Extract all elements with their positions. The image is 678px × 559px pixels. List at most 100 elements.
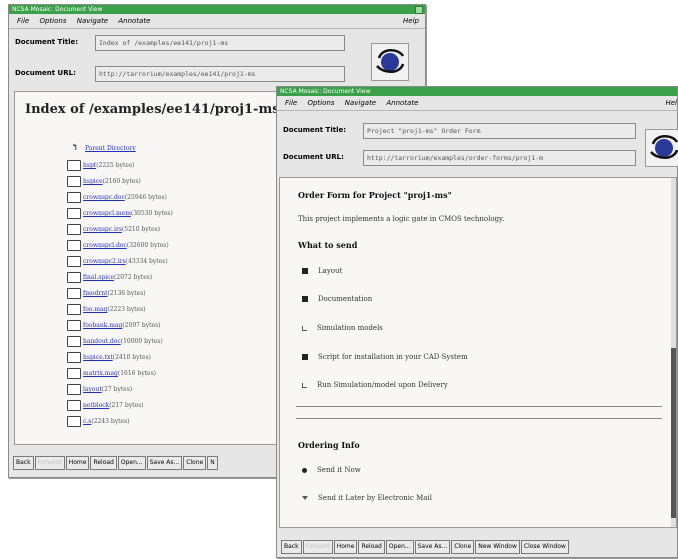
back-button[interactable]: Back [281,540,302,554]
checkbox-item-simulation[interactable]: Simulation models [302,324,383,332]
checkbox-label: Layout [318,267,343,275]
checkbox-item-script[interactable]: Script for installation in your CAD Syst… [302,353,468,361]
file-link[interactable]: crownspc2.irs [83,258,126,265]
radio-label: Send it Now [317,466,361,474]
menu-annotate[interactable]: Annotate [386,99,418,107]
mosaic-globe-icon[interactable] [645,129,678,167]
mosaic-globe-icon[interactable] [371,43,409,81]
file-link[interactable]: crownspcl.mem [83,210,131,217]
menu-file[interactable]: File [17,17,29,25]
document-view: Order Form for Project "proj1-ms" This p… [279,177,677,528]
file-link[interactable]: crownspcl.doc [83,242,127,249]
radio-icon[interactable] [302,496,308,500]
file-link[interactable]: matrix.mag [83,370,118,377]
back-button[interactable]: Back [13,456,34,470]
menu-options[interactable]: Options [39,17,66,25]
file-link[interactable]: foobank.mag [83,322,122,329]
file-link[interactable]: hspice [83,178,103,185]
menu-file[interactable]: File [285,99,297,107]
close-window-button[interactable]: Close Window [520,540,569,554]
file-list-item: fmodrnt(2136 bytes) [67,288,146,301]
home-button[interactable]: Home [333,540,358,554]
radio-send-now[interactable]: Send it Now [302,466,361,474]
menu-navigate[interactable]: Navigate [77,17,108,25]
file-size: (43334 bytes) [125,258,168,265]
file-list-item: netblock(217 bytes) [67,400,144,413]
file-link[interactable]: hspice.txt [83,354,113,361]
clone-button[interactable]: Clone [183,456,207,470]
file-link[interactable]: layout [83,386,102,393]
reload-button[interactable]: Reload [90,456,117,470]
window-titlebar[interactable]: NCSA Mosaic: Document View [9,5,425,14]
checkbox-icon[interactable] [302,268,308,274]
window-titlebar[interactable]: NCSA Mosaic: Document View [277,87,677,96]
form-heading: Order Form for Project "proj1-ms" [298,190,452,200]
file-list-item: crownspcl.doc(32600 bytes) [67,240,169,253]
file-link[interactable]: foo.mag [83,306,107,313]
file-list-item: crownspc.irs(5210 bytes) [67,224,160,237]
file-list-item: crownspc.doc(25946 bytes) [67,192,167,205]
file-link[interactable]: crownspc.irs [83,226,122,233]
vertical-scrollbar[interactable] [671,178,676,527]
file-link[interactable]: handout.doc [83,338,121,345]
radio-icon[interactable] [302,467,307,473]
new-window-button[interactable]: New Window [475,540,520,554]
document-icon [67,304,81,315]
checkbox-icon[interactable] [302,382,307,388]
document-title-field[interactable]: Project "proj1-ms" Order Form [363,123,636,139]
document-url-label: Document URL: [283,153,344,161]
menu-bar: File Options Navigate Annotate Help [9,14,425,29]
save-as-button[interactable]: Save As... [146,456,183,470]
menu-options[interactable]: Options [307,99,334,107]
document-icon [67,336,81,347]
save-as-button[interactable]: Save As... [414,540,451,554]
document-icon [67,208,81,219]
checkbox-item-run-simulation[interactable]: Run Simulation/model upon Delivery [302,381,448,389]
menu-help[interactable]: Hel [665,96,677,110]
checkbox-item-layout[interactable]: Layout [302,267,342,275]
document-url-field[interactable]: http://tarrorium/examples/order-forms/pr… [363,150,636,166]
checkbox-icon[interactable] [302,325,307,331]
document-icon [67,416,81,427]
scrollbar-thumb[interactable] [671,348,676,518]
forward-button[interactable]: Forward [302,540,333,554]
open-button[interactable]: Open... [385,540,414,554]
file-size: (2243 bytes) [91,418,130,425]
file-size: (217 bytes) [109,402,144,409]
file-link[interactable]: final.spice [83,274,114,281]
checkbox-icon[interactable] [302,354,308,360]
menu-help[interactable]: Help [403,14,419,28]
document-title-label: Document Title: [15,38,79,46]
file-link[interactable]: fmodrnt [83,290,108,297]
checkbox-icon[interactable] [302,296,308,302]
file-link[interactable]: Parent Directory [85,145,136,152]
file-link[interactable]: netblock [83,402,109,409]
forward-button[interactable]: Forward [34,456,65,470]
document-title-field[interactable]: Index of /examples/ee141/proj1-ms [95,35,345,51]
checkbox-item-documentation[interactable]: Documentation [302,295,372,303]
home-button[interactable]: Home [65,456,90,470]
document-url-field[interactable]: http://tarrorium/examples/ee141/proj1-ms [95,66,345,82]
window-maximize-button[interactable] [415,6,423,14]
new-window-button[interactable]: N [207,456,218,470]
file-list-item: hspt(2225 bytes) [67,160,134,173]
file-list-item: final.spice(2072 bytes) [67,272,152,285]
menu-annotate[interactable]: Annotate [118,17,150,25]
open-button[interactable]: Open... [117,456,146,470]
file-size: (27 bytes) [101,386,133,393]
document-icon [67,400,81,411]
document-icon [67,368,81,379]
file-size: (25946 bytes) [124,194,167,201]
document-title-label: Document Title: [283,126,347,134]
folder-up-icon: ↰ [71,143,79,153]
file-link[interactable]: hspt [83,162,96,169]
file-list-item: matrix.mag(1616 bytes) [67,368,156,381]
file-list-item: foo.mag(2223 bytes) [67,304,146,317]
radio-send-later[interactable]: Send it Later by Electronic Mail [302,494,432,502]
reload-button[interactable]: Reload [358,540,385,554]
clone-button[interactable]: Clone [451,540,475,554]
menu-navigate[interactable]: Navigate [345,99,376,107]
file-link[interactable]: crownspc.doc [83,194,125,201]
document-icon [67,352,81,363]
checkbox-label: Simulation models [317,324,383,332]
